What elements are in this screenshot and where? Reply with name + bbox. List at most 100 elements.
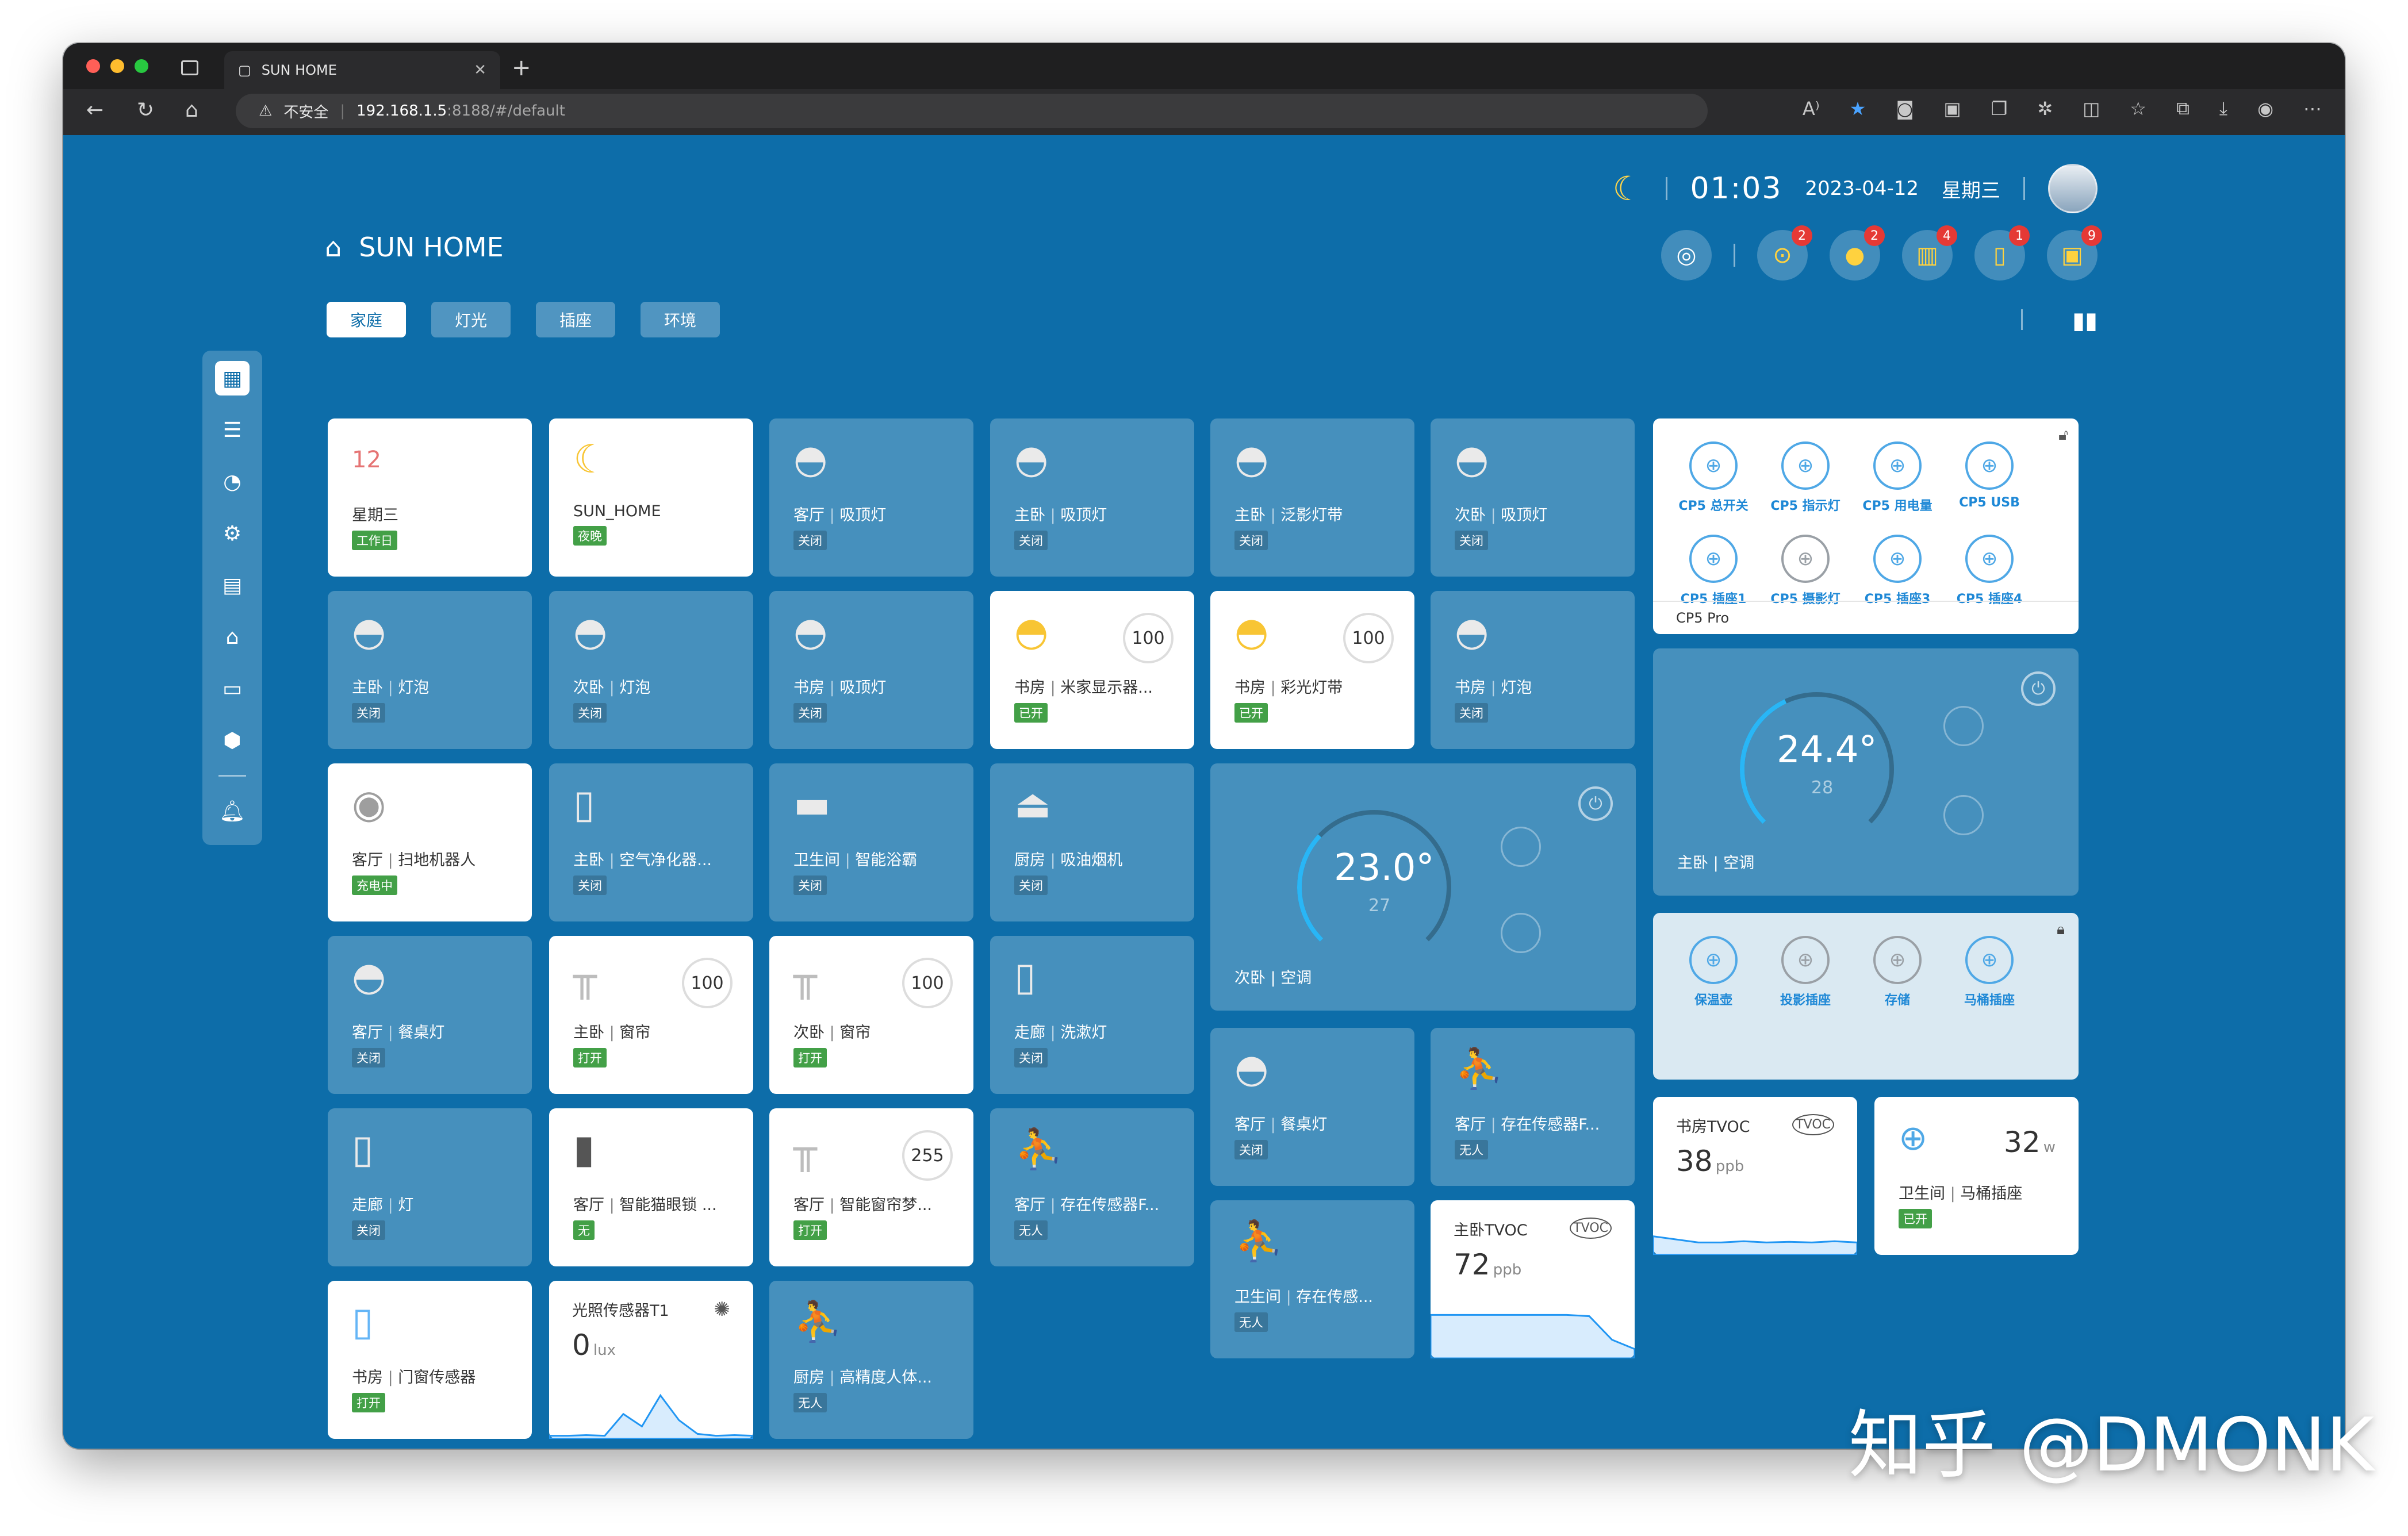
device-card[interactable]: ⛹ 客厅存在传感器F... 无人 — [990, 1108, 1194, 1266]
plug-switch[interactable]: ⊕ CP5 插座4 — [1946, 535, 2033, 607]
device-card[interactable]: ▯ 走廊洗漱灯 关闭 — [990, 936, 1194, 1094]
device-card[interactable]: ▯ 主卧空气净化器... 关闭 — [549, 763, 753, 921]
device-card[interactable]: ◓ 客厅餐桌灯 关闭 — [1210, 1028, 1414, 1186]
device-card[interactable]: ╥ 255 客厅智能窗帘梦... 打开 — [769, 1108, 973, 1266]
brightness-level[interactable]: 100 — [1343, 613, 1394, 663]
tvoc-card[interactable]: 书房TVOC TVOC 38 ppb — [1653, 1097, 1857, 1255]
device-card[interactable]: ▯ 书房门窗传感器 打开 — [328, 1281, 532, 1439]
device-card[interactable]: ⛹ 厨房高精度人体... 无人 — [769, 1281, 973, 1439]
device-card[interactable]: ◉ 客厅扫地机器人 充电中 — [328, 763, 532, 921]
curtain-position[interactable]: 100 — [902, 958, 953, 1008]
nav-settings-icon[interactable]: ⬢ — [215, 723, 250, 758]
extension-copy-icon[interactable]: ❐ — [1991, 98, 2008, 120]
plug-switch[interactable]: ⊕ 保温壶 — [1670, 936, 1757, 1008]
brightness-level[interactable]: 100 — [1123, 613, 1174, 663]
device-card[interactable]: ▮ 客厅智能猫眼锁 ... 无 — [549, 1108, 753, 1266]
plug-power-card[interactable]: ⊕ 32 w 卫生间马桶插座 已开 — [1874, 1097, 2079, 1255]
temperature-up-button[interactable] — [1501, 827, 1541, 867]
device-card[interactable]: ⛹ 客厅存在传感器F... 无人 — [1431, 1028, 1635, 1186]
address-bar[interactable]: ⚠ 不安全 | 192.168.1.5:8188/#/default — [236, 94, 1708, 128]
device-card[interactable]: ◓ 主卧泛影灯带 关闭 — [1210, 418, 1414, 577]
nav-notification-icon[interactable]: 🔔︎ — [215, 794, 250, 828]
device-card[interactable]: ◓ 次卧灯泡 关闭 — [549, 591, 753, 749]
favorites-icon[interactable]: ☆ — [2130, 98, 2146, 120]
device-card[interactable]: ⛹ 卫生间存在传感... 无人 — [1210, 1200, 1414, 1358]
plug-switch[interactable]: ⊕ CP5 USB — [1946, 441, 2033, 514]
maximize-window-button[interactable] — [135, 59, 148, 73]
downloads-icon[interactable]: ⤓ — [2219, 97, 2227, 120]
reload-icon[interactable]: ↻ — [137, 98, 154, 122]
nav-list-icon[interactable]: ☰ — [215, 413, 250, 447]
tab-actions-icon[interactable] — [181, 60, 198, 75]
plug-switch[interactable]: ⊕ CP5 插座1 — [1670, 535, 1757, 607]
device-card[interactable]: ◓ 客厅吸顶灯 关闭 — [769, 418, 973, 577]
favorite-star-icon[interactable]: ★ — [1850, 98, 1866, 120]
tvoc-card[interactable]: 主卧TVOC TVOC 72 ppb — [1431, 1200, 1635, 1358]
device-card[interactable]: ◓ 100 书房彩光灯带 已开 — [1210, 591, 1414, 749]
nav-dashboard-icon[interactable]: ▦ — [215, 361, 250, 395]
curtain-position[interactable]: 255 — [902, 1130, 953, 1181]
nav-chart-icon[interactable]: ▤ — [215, 568, 250, 602]
tab-home[interactable]: 家庭 — [327, 302, 406, 337]
plug-switch[interactable]: ⊕ CP5 总开关 — [1670, 441, 1757, 514]
avatar[interactable] — [2048, 164, 2098, 213]
extensions-icon[interactable]: ✲ — [2037, 98, 2053, 120]
device-card[interactable]: ╥ 100 主卧窗帘 打开 — [549, 936, 753, 1094]
split-screen-icon[interactable]: ◫ — [2083, 98, 2100, 120]
temperature-down-button[interactable] — [1943, 795, 1984, 835]
nav-folder-icon[interactable]: ▭ — [215, 671, 250, 706]
home-icon[interactable]: ⌂ — [185, 98, 198, 122]
profile-icon[interactable]: ◉ — [2257, 98, 2273, 120]
device-card[interactable]: ◓ 次卧吸顶灯 关闭 — [1431, 418, 1635, 577]
device-card[interactable]: ◓ 主卧吸顶灯 关闭 — [990, 418, 1194, 577]
device-card[interactable]: ◓ 书房灯泡 关闭 — [1431, 591, 1635, 749]
curtain-status-icon[interactable]: ▥ 4 — [1902, 225, 1957, 281]
tab-environment[interactable]: 环境 — [641, 302, 720, 337]
more-menu-icon[interactable]: ⋯ — [2303, 98, 2322, 120]
calendar-card[interactable]: 12 星期三 工作日 — [328, 418, 532, 577]
collections-icon[interactable]: ⧉ — [2176, 97, 2190, 120]
new-tab-button[interactable]: + — [512, 55, 531, 81]
device-card[interactable]: ╥ 100 次卧窗帘 打开 — [769, 936, 973, 1094]
curtain-position[interactable]: 100 — [682, 958, 733, 1008]
device-card[interactable]: ▯ 走廊灯 关闭 — [328, 1108, 532, 1266]
temperature-down-button[interactable] — [1501, 913, 1541, 953]
ac-thermostat-card[interactable]: 23.0° 27 ⏻ 次卧 | 空调 — [1210, 763, 1636, 1011]
device-card[interactable]: ⏏ 厨房吸油烟机 关闭 — [990, 763, 1194, 921]
back-icon[interactable]: ← — [86, 98, 103, 122]
device-card[interactable]: ◓ 客厅餐桌灯 关闭 — [328, 936, 532, 1094]
plug-switch[interactable]: ⊕ 投影插座 — [1762, 936, 1849, 1008]
power-icon[interactable]: ⏻ — [2021, 671, 2056, 706]
door-status-icon[interactable]: ▯ 1 — [1974, 225, 2030, 281]
light-sensor-card[interactable]: 光照传感器T1 ✺ 0 lux — [549, 1281, 753, 1439]
close-tab-icon[interactable]: ✕ — [474, 62, 486, 79]
extension-glasses-icon[interactable]: ◙ — [1896, 98, 1914, 120]
nav-automation-icon[interactable]: ⚙ — [215, 516, 250, 551]
plug-switch[interactable]: ⊕ CP5 摄影灯 — [1762, 535, 1849, 607]
nav-energy-icon[interactable]: ◔ — [215, 464, 250, 499]
unlock-icon[interactable]: 🔓︎ — [2058, 427, 2068, 444]
plug-switch[interactable]: ⊕ CP5 用电量 — [1854, 441, 1941, 514]
device-card[interactable]: ◓ 主卧灯泡 关闭 — [328, 591, 532, 749]
device-card[interactable]: ◓ 书房吸顶灯 关闭 — [769, 591, 973, 749]
plug-switch[interactable]: ⊕ CP5 插座3 — [1854, 535, 1941, 607]
plug-switch[interactable]: ⊕ 马桶插座 — [1946, 936, 2033, 1008]
close-window-button[interactable] — [86, 59, 100, 73]
minimize-window-button[interactable] — [110, 59, 124, 73]
plug-switch[interactable]: ⊕ 存储 — [1854, 936, 1941, 1008]
mode-card[interactable]: ☾ SUN_HOME 夜晚 — [549, 418, 753, 577]
light-bulb-status-icon[interactable]: ● 2 — [1830, 225, 1885, 281]
ac-thermostat-card[interactable]: 24.4° 28 ⏻ 主卧 | 空调 — [1653, 648, 2079, 896]
extension-badge-icon[interactable]: ▣ — [1943, 98, 1961, 120]
lock-icon[interactable]: 🔒︎ — [2057, 921, 2065, 939]
temperature-up-button[interactable] — [1943, 706, 1984, 746]
browser-tab[interactable]: ▢ SUN HOME ✕ — [224, 51, 500, 89]
scene-target-icon[interactable]: ◎ — [1661, 230, 1712, 281]
device-card[interactable]: ▬ 卫生间智能浴霸 关闭 — [769, 763, 973, 921]
power-icon[interactable]: ⏻ — [1578, 786, 1613, 821]
tab-lights[interactable]: 灯光 — [431, 302, 511, 337]
read-aloud-icon[interactable]: A⁾ — [1803, 98, 1820, 120]
plug-switch[interactable]: ⊕ CP5 指示灯 — [1762, 441, 1849, 514]
socket-status-icon[interactable]: ▣ 9 — [2047, 225, 2102, 281]
layout-toggle-icon[interactable]: ▮▮ — [2072, 308, 2098, 334]
